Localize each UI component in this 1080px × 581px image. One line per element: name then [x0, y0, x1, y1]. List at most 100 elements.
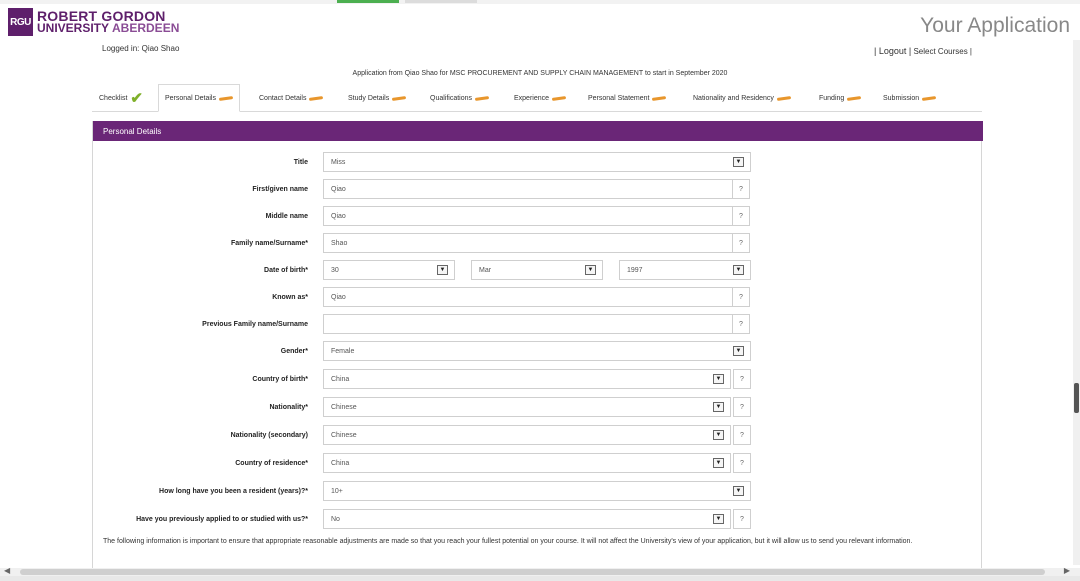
adjustments-info-text: The following information is important t… — [103, 538, 913, 545]
first-name-label: First/given name — [252, 185, 308, 193]
chevron-down-icon[interactable]: ▼ — [713, 374, 724, 384]
dob-day-select[interactable]: 30 ▼ — [323, 260, 455, 280]
row-gender: Gender* Female ▼ — [93, 341, 983, 361]
dob-year-select[interactable]: 1997 ▼ — [619, 260, 751, 280]
first-name-input[interactable]: Qiao — [323, 179, 733, 199]
country-of-residence-value: China — [331, 459, 350, 467]
tab-qualifications[interactable]: Qualifications — [430, 84, 490, 112]
question-icon[interactable]: ? — [732, 233, 750, 253]
row-date-of-birth: Date of birth* 30 ▼ Mar ▼ 1997 ▼ — [93, 260, 983, 280]
tab-label: Submission — [883, 94, 920, 102]
chevron-down-icon[interactable]: ▼ — [713, 402, 724, 412]
chevron-down-icon[interactable]: ▼ — [713, 458, 724, 468]
tab-label: Personal Details — [165, 94, 216, 102]
tab-label: Checklist — [99, 94, 128, 102]
question-icon[interactable]: ? — [732, 287, 750, 307]
chevron-down-icon[interactable]: ▼ — [713, 430, 724, 440]
question-icon[interactable]: ? — [732, 314, 750, 334]
tab-label: Nationality and Residency — [693, 94, 774, 102]
row-previously-applied: Have you previously applied to or studie… — [93, 509, 983, 529]
row-nationality: Nationality* Chinese ▼ ? — [93, 397, 983, 417]
browser-tab[interactable] — [405, 0, 477, 3]
gender-select[interactable]: Female ▼ — [323, 341, 751, 361]
question-icon[interactable]: ? — [733, 509, 751, 529]
scroll-right-icon[interactable]: ▶ — [1064, 566, 1070, 575]
tab-experience[interactable]: Experience — [514, 84, 567, 112]
pencil-icon — [309, 95, 324, 101]
dob-month-select[interactable]: Mar ▼ — [471, 260, 603, 280]
pencil-icon — [551, 95, 567, 101]
nationality-secondary-value: Chinese — [331, 431, 357, 439]
question-icon[interactable]: ? — [733, 425, 751, 445]
row-country-of-residence: Country of residence* China ▼ ? — [93, 453, 983, 473]
question-icon[interactable]: ? — [733, 397, 751, 417]
logo-line2: UNIVERSITY ABERDEEN — [37, 22, 179, 34]
select-courses-link[interactable]: Select Courses | — [913, 47, 972, 56]
chevron-down-icon[interactable]: ▼ — [733, 157, 744, 167]
row-previous-family-name: Previous Family name/Surname ? — [93, 314, 983, 334]
chevron-down-icon[interactable]: ▼ — [437, 265, 448, 275]
logo-wordmark: ROBERT GORDON UNIVERSITY ABERDEEN — [37, 9, 179, 34]
title-label: Title — [293, 158, 308, 166]
pencil-icon — [922, 95, 937, 101]
scroll-left-icon[interactable]: ◀ — [4, 566, 10, 575]
application-summary: Application from Qiao Shao for MSC PROCU… — [352, 70, 728, 77]
first-name-value: Qiao — [331, 185, 346, 193]
middle-name-input[interactable]: Qiao — [323, 206, 733, 226]
nationality-label: Nationality* — [269, 403, 308, 411]
title-select[interactable]: Miss ▼ — [323, 152, 751, 172]
logout-link[interactable]: | Logout | — [874, 46, 911, 56]
chevron-down-icon[interactable]: ▼ — [585, 265, 596, 275]
row-known-as: Known as* Qiao ? — [93, 287, 983, 307]
tab-nationality-residency[interactable]: Nationality and Residency — [693, 84, 792, 112]
middle-name-value: Qiao — [331, 212, 346, 220]
previous-family-name-input[interactable] — [323, 314, 733, 334]
tab-checklist[interactable]: Checklist ✔ — [99, 84, 143, 112]
country-of-residence-select[interactable]: China ▼ — [323, 453, 731, 473]
browser-tab-active[interactable] — [337, 0, 399, 3]
tab-label: Experience — [514, 94, 550, 102]
middle-name-label: Middle name — [265, 212, 308, 220]
nationality-select[interactable]: Chinese ▼ — [323, 397, 731, 417]
resident-years-value: 10+ — [331, 487, 343, 495]
chevron-down-icon[interactable]: ▼ — [733, 265, 744, 275]
tab-personal-details[interactable]: Personal Details — [158, 84, 240, 112]
question-icon[interactable]: ? — [733, 369, 751, 389]
application-tabs: Checklist ✔ Personal Details Contact Det… — [92, 84, 982, 112]
country-of-birth-label: Country of birth* — [252, 375, 308, 383]
row-country-of-birth: Country of birth* China ▼ ? — [93, 369, 983, 389]
tab-contact-details[interactable]: Contact Details — [259, 84, 324, 112]
tab-submission[interactable]: Submission — [883, 84, 937, 112]
tab-funding[interactable]: Funding — [819, 84, 862, 112]
known-as-input[interactable]: Qiao — [323, 287, 733, 307]
chevron-down-icon[interactable]: ▼ — [733, 486, 744, 496]
tab-label: Funding — [819, 94, 845, 102]
horizontal-scrollbar-thumb[interactable] — [20, 569, 1045, 575]
logged-in-text: Logged in: Qiao Shao — [102, 44, 180, 53]
dob-label: Date of birth* — [264, 266, 308, 274]
university-logo[interactable]: RGU ROBERT GORDON UNIVERSITY ABERDEEN — [8, 7, 179, 37]
country-of-birth-select[interactable]: China ▼ — [323, 369, 731, 389]
previously-applied-select[interactable]: No ▼ — [323, 509, 731, 529]
nationality-secondary-select[interactable]: Chinese ▼ — [323, 425, 731, 445]
browser-top-strip — [0, 0, 1080, 4]
question-icon[interactable]: ? — [733, 453, 751, 473]
panel-title: Personal Details — [93, 121, 983, 141]
country-of-residence-label: Country of residence* — [235, 459, 308, 467]
chevron-down-icon[interactable]: ▼ — [733, 346, 744, 356]
horizontal-scrollbar[interactable]: ◀ ▶ — [0, 566, 1080, 576]
question-icon[interactable]: ? — [732, 179, 750, 199]
tab-study-details[interactable]: Study Details — [348, 84, 407, 112]
pencil-icon — [847, 95, 862, 101]
pencil-icon — [392, 95, 407, 101]
vertical-scrollbar[interactable] — [1073, 40, 1080, 565]
question-icon[interactable]: ? — [732, 206, 750, 226]
chevron-down-icon[interactable]: ▼ — [713, 514, 724, 524]
family-name-value: Shao — [331, 239, 348, 247]
tab-personal-statement[interactable]: Personal Statement — [588, 84, 667, 112]
family-name-input[interactable]: Shao — [323, 233, 733, 253]
row-first-name: First/given name Qiao ? — [93, 179, 983, 199]
vertical-scrollbar-thumb[interactable] — [1074, 383, 1079, 413]
resident-years-select[interactable]: 10+ ▼ — [323, 481, 751, 501]
row-nationality-secondary: Nationality (secondary) Chinese ▼ ? — [93, 425, 983, 445]
